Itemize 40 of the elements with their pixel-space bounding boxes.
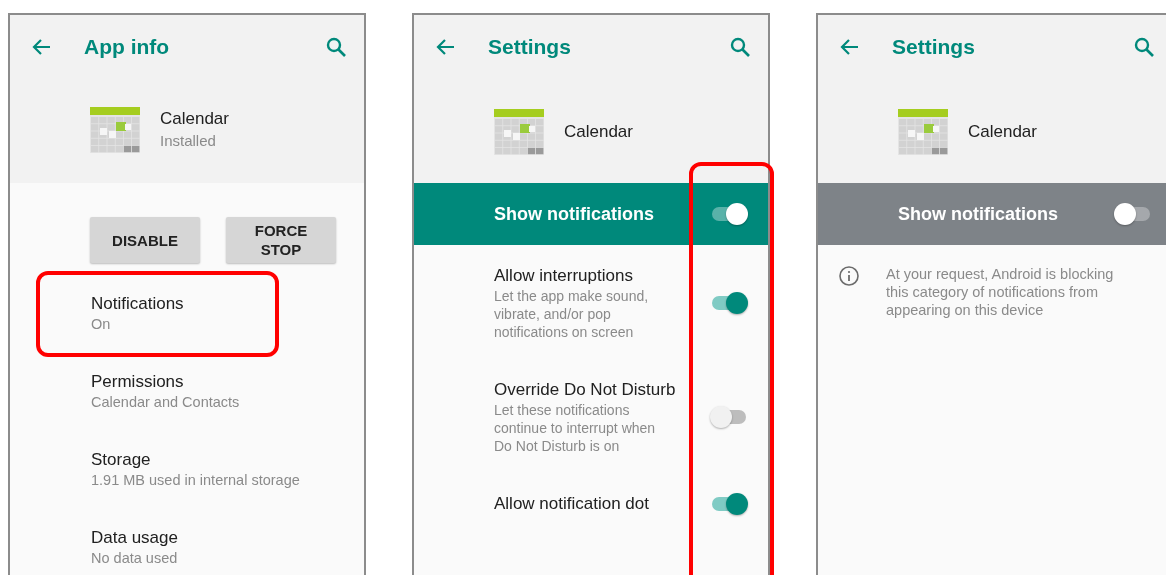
search-icon[interactable]: [730, 37, 750, 57]
setting-summary: On: [91, 315, 112, 334]
app-name: Calendar: [968, 121, 1037, 143]
calendar-app-icon: [90, 107, 140, 153]
screen-title: Settings: [892, 34, 976, 61]
calendar-app-icon: [494, 109, 544, 155]
calendar-app-icon: [898, 109, 948, 155]
setting-summary: Let these notifications continue to interrupt when Do Not Disturb is on: [494, 401, 657, 455]
setting-summary: Calendar and Contacts: [91, 393, 241, 412]
search-icon[interactable]: [326, 37, 346, 57]
setting-title: Allow notification dot: [494, 493, 650, 515]
toggle-switch[interactable]: [710, 292, 748, 314]
back-arrow-icon[interactable]: [434, 38, 456, 56]
setting-title[interactable]: Notifications: [91, 293, 364, 315]
back-arrow-icon[interactable]: [30, 38, 52, 56]
app-status: Installed: [160, 131, 217, 151]
banner-label: Show notifications: [898, 203, 1059, 225]
setting-title: Override Do Not Disturb: [494, 379, 676, 401]
disable-button[interactable]: DISABLE: [90, 217, 200, 263]
app-name: Calendar: [564, 121, 633, 143]
app-name: Calendar: [160, 108, 229, 130]
back-arrow-icon[interactable]: [838, 38, 860, 56]
setting-summary: 1.91 MB used in internal storage: [91, 471, 301, 490]
screen-title: App info: [84, 34, 171, 61]
setting-title[interactable]: Data usage: [91, 527, 364, 549]
search-icon[interactable]: [1134, 37, 1154, 57]
setting-title[interactable]: Permissions: [91, 371, 364, 393]
setting-title[interactable]: Storage: [91, 449, 364, 471]
info-icon: [838, 265, 860, 287]
toggle-switch[interactable]: [710, 493, 748, 515]
force-stop-button[interactable]: FORCE STOP: [226, 217, 336, 263]
setting-summary: No data used: [91, 549, 179, 568]
toggle-switch[interactable]: [710, 203, 748, 225]
setting-title: Allow interruptions: [494, 265, 634, 287]
banner-label: Show notifications: [494, 203, 655, 225]
setting-summary: Let the app make sound, vibrate, and/or pop notifications on screen: [494, 287, 650, 341]
toggle-switch[interactable]: [1114, 203, 1152, 225]
toggle-switch[interactable]: [710, 406, 748, 428]
screen-title: Settings: [488, 34, 572, 61]
info-message: At your request, Android is blocking this category of notifications from appearing on this device: [886, 265, 1115, 319]
